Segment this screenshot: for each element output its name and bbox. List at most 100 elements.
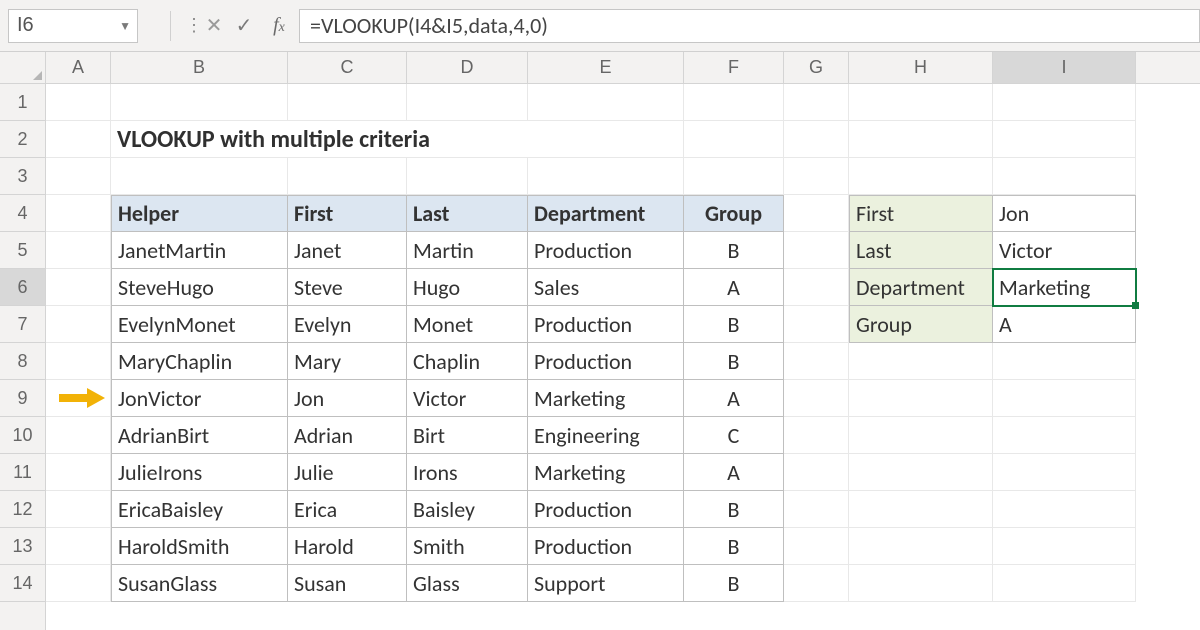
lookup-label-first[interactable]: First [849, 195, 993, 232]
col-header-H[interactable]: H [849, 52, 993, 83]
th-helper[interactable]: Helper [111, 195, 288, 232]
th-first[interactable]: First [288, 195, 407, 232]
td[interactable]: MaryChaplin [111, 343, 288, 380]
row-header-6[interactable]: 6 [0, 269, 45, 306]
expand-formula-icon[interactable]: ⋮ [185, 15, 199, 36]
row-header-10[interactable]: 10 [0, 417, 45, 454]
cell[interactable] [46, 121, 111, 158]
cell[interactable] [46, 565, 111, 602]
td[interactable]: JulieIrons [111, 454, 288, 491]
th-last[interactable]: Last [407, 195, 528, 232]
row-header-13[interactable]: 13 [0, 528, 45, 565]
row-header-14[interactable]: 14 [0, 565, 45, 602]
td[interactable]: AdrianBirt [111, 417, 288, 454]
cell[interactable] [849, 565, 993, 602]
col-header-D[interactable]: D [407, 52, 528, 83]
cell[interactable] [849, 491, 993, 528]
cell[interactable] [849, 84, 993, 121]
cell[interactable] [46, 158, 111, 195]
td[interactable]: Support [528, 565, 684, 602]
col-header-I[interactable]: I [993, 52, 1136, 83]
lookup-value-last[interactable]: Victor [993, 232, 1136, 269]
td[interactable]: Production [528, 306, 684, 343]
cell[interactable] [784, 158, 849, 195]
name-box[interactable]: I6 ▼ [8, 9, 138, 43]
row-header-4[interactable]: 4 [0, 195, 45, 232]
cell[interactable] [46, 454, 111, 491]
td[interactable]: Production [528, 232, 684, 269]
row-header-12[interactable]: 12 [0, 491, 45, 528]
td[interactable]: Sales [528, 269, 684, 306]
select-all-corner[interactable] [0, 52, 46, 83]
td[interactable]: B [684, 491, 784, 528]
row-header-3[interactable]: 3 [0, 158, 45, 195]
td[interactable]: Production [528, 528, 684, 565]
cell[interactable] [288, 158, 407, 195]
cell[interactable] [784, 380, 849, 417]
cell[interactable] [46, 306, 111, 343]
row-header-9[interactable]: 9 [0, 380, 45, 417]
cell[interactable] [784, 306, 849, 343]
col-header-F[interactable]: F [684, 52, 784, 83]
td[interactable]: Janet [288, 232, 407, 269]
td[interactable]: Jon [288, 380, 407, 417]
col-header-C[interactable]: C [288, 52, 407, 83]
cell[interactable] [849, 158, 993, 195]
cell[interactable] [993, 158, 1136, 195]
cell[interactable] [784, 232, 849, 269]
td[interactable]: A [684, 380, 784, 417]
cell[interactable] [288, 84, 407, 121]
td[interactable]: Julie [288, 454, 407, 491]
cell[interactable] [46, 343, 111, 380]
th-group[interactable]: Group [684, 195, 784, 232]
td[interactable]: Steve [288, 269, 407, 306]
cell[interactable] [46, 491, 111, 528]
cell[interactable] [46, 528, 111, 565]
cell[interactable] [684, 84, 784, 121]
cell[interactable] [407, 158, 528, 195]
row-header-5[interactable]: 5 [0, 232, 45, 269]
td[interactable]: Production [528, 343, 684, 380]
chevron-down-icon[interactable]: ▼ [119, 19, 131, 33]
td[interactable]: Smith [407, 528, 528, 565]
td[interactable]: Glass [407, 565, 528, 602]
cell[interactable] [784, 343, 849, 380]
td[interactable]: SteveHugo [111, 269, 288, 306]
cell[interactable] [784, 84, 849, 121]
cell[interactable] [46, 195, 111, 232]
cell[interactable] [684, 121, 784, 158]
td[interactable]: Chaplin [407, 343, 528, 380]
td[interactable]: A [684, 454, 784, 491]
td[interactable]: Mary [288, 343, 407, 380]
th-dept[interactable]: Department [528, 195, 684, 232]
td[interactable]: HaroldSmith [111, 528, 288, 565]
td[interactable]: B [684, 232, 784, 269]
td[interactable]: Engineering [528, 417, 684, 454]
cell[interactable] [993, 565, 1136, 602]
fx-icon[interactable]: fx [259, 14, 299, 37]
td[interactable]: Irons [407, 454, 528, 491]
cell[interactable] [111, 84, 288, 121]
cancel-icon[interactable]: ✕ [199, 13, 229, 38]
cell[interactable] [993, 454, 1136, 491]
col-header-B[interactable]: B [111, 52, 288, 83]
td[interactable]: Harold [288, 528, 407, 565]
td[interactable]: JonVictor [111, 380, 288, 417]
lookup-value-first[interactable]: Jon [993, 195, 1136, 232]
cell[interactable] [784, 454, 849, 491]
row-header-2[interactable]: 2 [0, 121, 45, 158]
cell[interactable] [849, 528, 993, 565]
td[interactable]: Susan [288, 565, 407, 602]
td[interactable]: Birt [407, 417, 528, 454]
td[interactable]: Baisley [407, 491, 528, 528]
td[interactable]: SusanGlass [111, 565, 288, 602]
td[interactable]: Victor [407, 380, 528, 417]
td[interactable]: Erica [288, 491, 407, 528]
td[interactable]: Martin [407, 232, 528, 269]
td[interactable]: Hugo [407, 269, 528, 306]
td[interactable]: A [684, 269, 784, 306]
td[interactable]: EvelynMonet [111, 306, 288, 343]
cell[interactable] [111, 158, 288, 195]
td[interactable]: Evelyn [288, 306, 407, 343]
active-cell-I6[interactable]: Marketing [993, 269, 1136, 306]
